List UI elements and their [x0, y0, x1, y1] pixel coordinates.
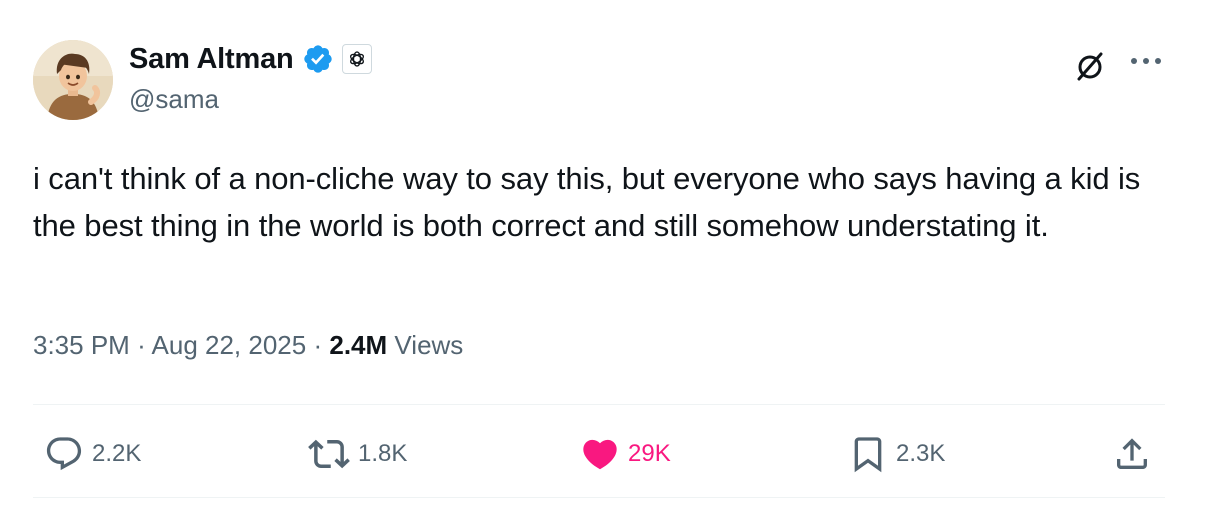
grok-button[interactable]: [1072, 48, 1108, 84]
openai-logo-icon[interactable]: [341, 44, 372, 74]
divider-bottom: [33, 497, 1165, 498]
tweet-card: Sam Altman @sama i can't think of a non-…: [0, 0, 1216, 512]
views-count[interactable]: 2.4M: [329, 330, 387, 360]
share-button[interactable]: [1112, 422, 1152, 486]
more-button[interactable]: [1126, 46, 1166, 76]
retweet-button[interactable]: 1.8K: [308, 422, 407, 486]
verified-badge-icon[interactable]: [302, 43, 334, 75]
avatar-illustration: [33, 40, 113, 120]
reply-count: 2.2K: [92, 440, 142, 467]
share-icon: [1117, 438, 1147, 469]
name-row: Sam Altman: [129, 42, 372, 76]
bookmark-count: 2.3K: [896, 440, 946, 467]
bookmark-button[interactable]: 2.3K: [848, 422, 945, 486]
like-button[interactable]: 29K: [580, 422, 671, 486]
heart-icon: [583, 439, 617, 470]
more-icon: [1131, 58, 1161, 64]
tweet-meta: 3:35 PM · Aug 22, 2025 · 2.4M Views: [33, 330, 463, 361]
tweet-text: i can't think of a non-cliche way to say…: [33, 161, 1141, 243]
author-block: Sam Altman @sama: [129, 42, 372, 115]
tweet-date[interactable]: Aug 22, 2025: [152, 330, 307, 360]
divider-top: [33, 404, 1165, 405]
action-bar: 2.2K 1.8K 29K 2.3K: [0, 422, 1216, 486]
like-count: 29K: [628, 440, 671, 467]
retweet-icon: [308, 439, 350, 469]
bookmark-icon: [854, 437, 882, 473]
reply-button[interactable]: 2.2K: [44, 422, 141, 486]
meta-separator: ·: [313, 330, 323, 360]
display-name[interactable]: Sam Altman: [129, 43, 294, 76]
views-label: Views: [394, 330, 464, 360]
retweet-count: 1.8K: [358, 440, 408, 467]
meta-separator: ·: [137, 330, 146, 360]
avatar[interactable]: [33, 40, 113, 120]
handle[interactable]: @sama: [129, 84, 372, 115]
grok-icon: [1077, 52, 1103, 81]
tweet-time[interactable]: 3:35 PM: [33, 330, 130, 360]
reply-icon: [46, 437, 82, 471]
